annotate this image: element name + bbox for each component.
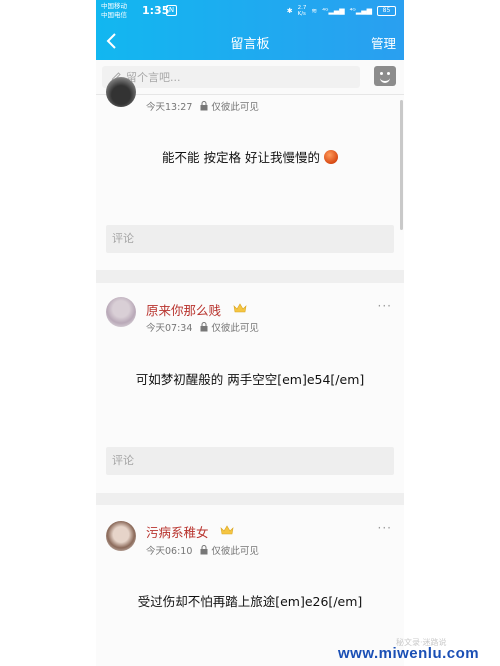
status-right: ✱ 2.7 K/s ≋ ⁴ᴳ▂▄▆ ⁴ᴳ▂▄▆ 85 xyxy=(287,5,396,17)
manage-button[interactable]: 管理 xyxy=(371,33,396,52)
emoji-icon[interactable] xyxy=(374,66,396,86)
post-username[interactable]: 污病系稚女 xyxy=(146,522,209,541)
post-visibility: 仅彼此可见 xyxy=(211,323,259,334)
nav-bar: 留言板 管理 xyxy=(96,22,404,60)
post-card: 原来你那么贱 ··· 今天07:34 仅彼此可见 可如梦初醒般的 两手空空[em… xyxy=(96,283,404,493)
carrier-1: 中国移动 xyxy=(101,2,127,10)
scrollbar[interactable] xyxy=(400,100,403,230)
post-content: 受过伤却不怕再踏上旅途[em]e26[/em] xyxy=(137,594,363,609)
post-username[interactable]: 原来你那么贱 xyxy=(146,300,221,319)
crown-icon xyxy=(233,303,247,313)
network-speed: 2.7 K/s xyxy=(297,5,307,17)
battery-icon: 85 xyxy=(377,6,396,16)
watermark: www.miwenlu.com xyxy=(338,645,480,662)
page-title: 留言板 xyxy=(230,37,270,52)
lock-icon xyxy=(200,545,208,555)
post-card: 今天13:27 仅彼此可见 能不能 按定格 好让我慢慢的 评论 xyxy=(96,77,404,270)
signal-1-icon: ⁴ᴳ▂▄▆ xyxy=(322,7,345,15)
post-meta: 今天13:27 仅彼此可见 xyxy=(146,99,259,113)
avatar[interactable] xyxy=(106,77,136,107)
post-meta: 今天06:10 仅彼此可见 xyxy=(146,543,259,557)
more-options-icon[interactable]: ··· xyxy=(378,521,392,535)
post-content: 能不能 按定格 好让我慢慢的 xyxy=(96,147,404,166)
post-meta: 今天07:34 仅彼此可见 xyxy=(146,320,259,334)
notification-n-icon: N xyxy=(166,5,177,16)
status-carriers: 中国移动 中国电信 xyxy=(101,2,127,20)
avatar[interactable] xyxy=(106,297,136,327)
comment-input[interactable]: 评论 xyxy=(106,447,394,475)
comment-input[interactable]: 评论 xyxy=(106,225,394,253)
post-visibility: 仅彼此可见 xyxy=(211,102,259,113)
post-time: 今天07:34 xyxy=(146,323,193,334)
signal-1-label: ⁴ᴳ xyxy=(322,7,329,15)
message-input-bar: 留个言吧... xyxy=(96,60,404,95)
message-input[interactable]: 留个言吧... xyxy=(102,66,360,88)
signal-2-label: ⁴ᴳ xyxy=(349,7,356,15)
bluetooth-icon: ✱ xyxy=(286,7,293,15)
crown-icon xyxy=(220,525,234,535)
status-bar: 中国移动 中国电信 1:35 N ✱ 2.7 K/s ≋ ⁴ᴳ▂▄▆ ⁴ᴳ▂▄▆… xyxy=(96,0,404,22)
signal-2-icon: ⁴ᴳ▂▄▆ xyxy=(349,7,372,15)
post-visibility: 仅彼此可见 xyxy=(211,546,259,557)
wifi-icon: ≋ xyxy=(311,7,318,15)
input-placeholder: 留个言吧... xyxy=(126,71,181,84)
post-time: 今天13:27 xyxy=(146,102,193,113)
lock-icon xyxy=(200,101,208,111)
post-card: 污病系稚女 ··· 今天06:10 仅彼此可见 受过伤却不怕再踏上旅途[em]e… xyxy=(96,505,404,666)
post-text: 能不能 按定格 好让我慢慢的 xyxy=(162,150,320,165)
more-options-icon[interactable]: ··· xyxy=(378,299,392,313)
lock-icon xyxy=(200,322,208,332)
post-content: 可如梦初醒般的 两手空空[em]e54[/em] xyxy=(135,372,365,387)
phone-screen: 中国移动 中国电信 1:35 N ✱ 2.7 K/s ≋ ⁴ᴳ▂▄▆ ⁴ᴳ▂▄▆… xyxy=(96,0,404,666)
post-time: 今天06:10 xyxy=(146,546,193,557)
emoji-face-icon xyxy=(323,150,338,164)
carrier-2: 中国电信 xyxy=(101,11,127,19)
avatar[interactable] xyxy=(106,521,136,551)
